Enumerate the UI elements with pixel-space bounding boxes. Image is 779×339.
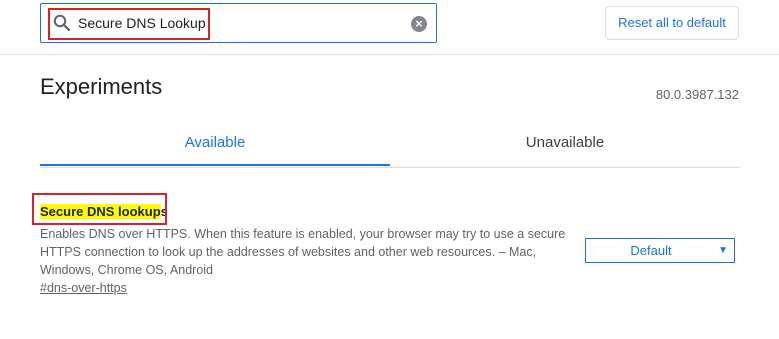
search-icon bbox=[53, 14, 71, 32]
version-label: 80.0.3987.132 bbox=[655, 87, 739, 102]
search-input[interactable] bbox=[78, 4, 398, 42]
tab-bar: Available Unavailable bbox=[40, 122, 740, 168]
experiment-state-select[interactable]: Default ▼ bbox=[585, 238, 735, 263]
top-bar: × Reset all to default bbox=[0, 0, 779, 55]
experiment-name: Secure DNS lookups bbox=[40, 204, 168, 219]
reset-all-button[interactable]: Reset all to default bbox=[605, 6, 739, 40]
experiment-description: Enables DNS over HTTPS. When this featur… bbox=[40, 227, 566, 277]
select-value: Default bbox=[630, 243, 672, 258]
experiment-name-highlight: Secure DNS lookup bbox=[40, 204, 161, 219]
tab-unavailable[interactable]: Unavailable bbox=[390, 122, 740, 166]
chevron-down-icon: ▼ bbox=[718, 245, 728, 256]
page-title: Experiments bbox=[40, 74, 163, 99]
clear-icon[interactable]: × bbox=[411, 16, 427, 32]
experiment-link[interactable]: #dns-over-https bbox=[40, 281, 127, 295]
tab-available[interactable]: Available bbox=[40, 122, 390, 166]
experiment-name-rest: s bbox=[160, 204, 168, 219]
search-box[interactable]: × bbox=[40, 3, 437, 43]
